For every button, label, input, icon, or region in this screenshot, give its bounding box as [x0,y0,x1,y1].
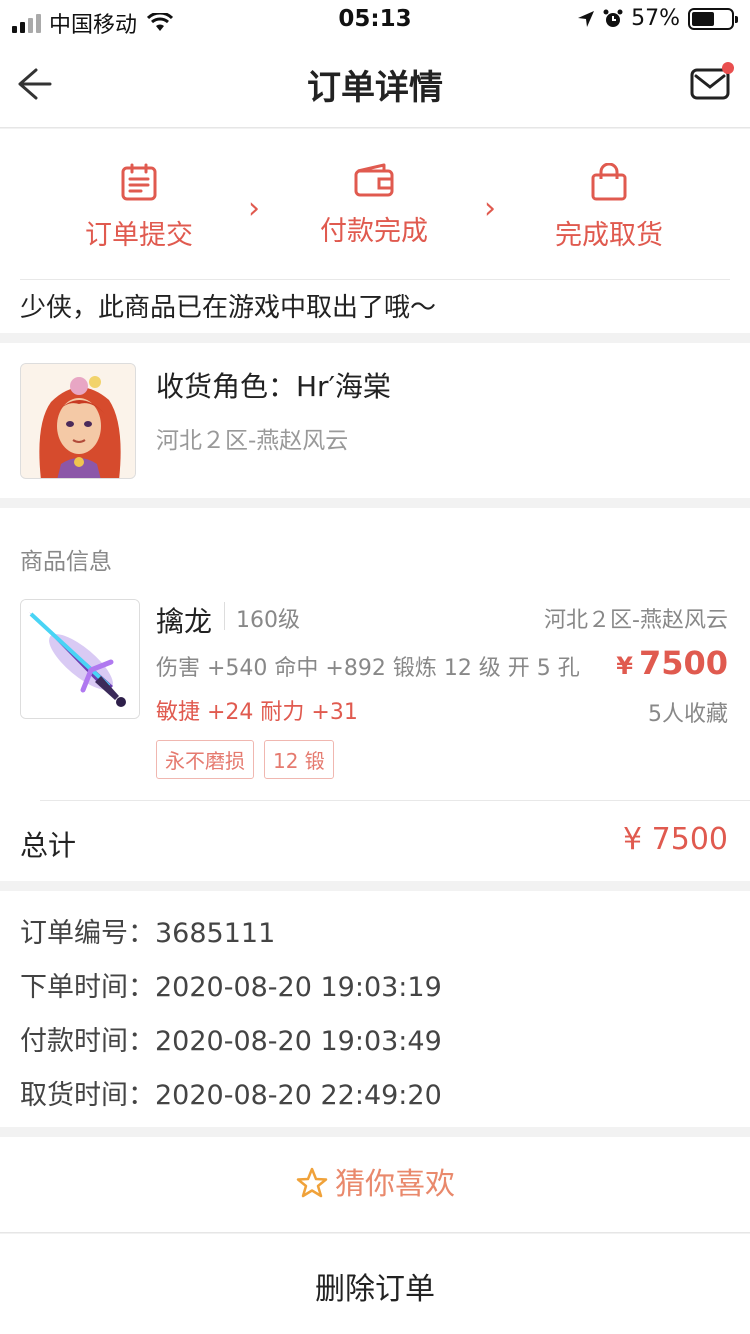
alarm-icon [603,9,623,27]
order-progress: 订单提交 › 付款完成 › 完成取货 少侠，此商品已在游戏中取出了哦～ [0,129,750,333]
info-label: 订单编号： [20,918,155,949]
star-icon [296,1167,328,1198]
notification-dot [722,62,734,74]
pickup-time-row: 取货时间：2020-08-20 22:49:20 [20,1073,442,1112]
info-label: 取货时间： [20,1080,155,1111]
guess-label: 猜你喜欢 [335,1167,455,1202]
wallet-icon [354,163,394,197]
page-title: 订单详情 [307,68,443,108]
price-value: 7500 [638,644,728,682]
clipboard-icon [121,163,157,201]
role-name: 收货角色：Hr′海棠 [156,370,391,403]
info-label: 付款时间： [20,1026,155,1057]
shopping-bag-icon [591,163,627,201]
favorites-count: 5人收藏 [648,702,728,727]
item-image[interactable] [20,599,140,719]
step-submitted: 订单提交 [64,163,214,252]
battery-icon [688,7,738,30]
battery-percent: 57% [631,6,680,31]
receiver-role-card: 收货角色：Hr′海棠 河北２区-燕赵风云 [0,343,750,498]
section-label: 商品信息 [20,549,112,575]
total-label: 总计 [20,829,77,862]
info-value: 3685111 [155,918,276,949]
chevron-right-icon: › [484,191,496,226]
status-bar: 中国移动 05:13 57% [0,0,750,40]
role-avatar [20,363,136,479]
role-server: 河北２区-燕赵风云 [156,428,349,454]
item-level: 160级 [236,608,300,633]
order-number-row: 订单编号：3685111 [20,911,275,950]
delete-order-bar: 删除订单 [0,1234,750,1334]
step-picked-up: 完成取货 [534,163,684,252]
step-label: 付款完成 [320,216,428,247]
delete-order-button[interactable]: 删除订单 [0,1264,750,1308]
info-value: 2020-08-20 19:03:19 [155,972,442,1003]
status-message: 少侠，此商品已在游戏中取出了哦～ [20,293,437,323]
order-info: 订单编号：3685111 下单时间：2020-08-20 19:03:19 付款… [0,891,750,1127]
location-icon [578,10,595,27]
divider [40,800,750,801]
order-time-row: 下单时间：2020-08-20 19:03:19 [20,965,442,1004]
goods-section: 商品信息 擒龙 160级 河北２区-燕赵风云 伤害 +540 命中 +892 锻… [0,508,750,881]
step-paid: 付款完成 [299,163,449,248]
item-attributes: 伤害 +540 命中 +892 锻炼 12 级 开 5 孔 [156,656,580,681]
total-value: ¥ 7500 [623,822,728,857]
guess-you-like[interactable]: 猜你喜欢 [0,1137,750,1233]
chevron-right-icon: › [248,191,260,226]
item-tags: 永不磨损 12 锻 [156,740,334,779]
payment-time-row: 付款时间：2020-08-20 19:03:49 [20,1019,442,1058]
nav-bar: 订单详情 [0,40,750,128]
step-label: 完成取货 [555,220,663,251]
item-name: 擒龙 [156,605,213,638]
tag-badge: 永不磨损 [156,740,254,779]
divider [224,602,225,630]
tag-badge: 12 锻 [264,740,334,779]
currency-symbol: ¥ [616,652,633,680]
item-price: ¥7500 [616,644,728,682]
info-value: 2020-08-20 19:03:49 [155,1026,442,1057]
divider [20,279,730,280]
info-value: 2020-08-20 22:49:20 [155,1080,442,1111]
item-server: 河北２区-燕赵风云 [544,608,728,633]
step-label: 订单提交 [85,220,193,251]
item-bonus-attributes: 敏捷 +24 耐力 +31 [156,700,358,725]
info-label: 下单时间： [20,972,155,1003]
